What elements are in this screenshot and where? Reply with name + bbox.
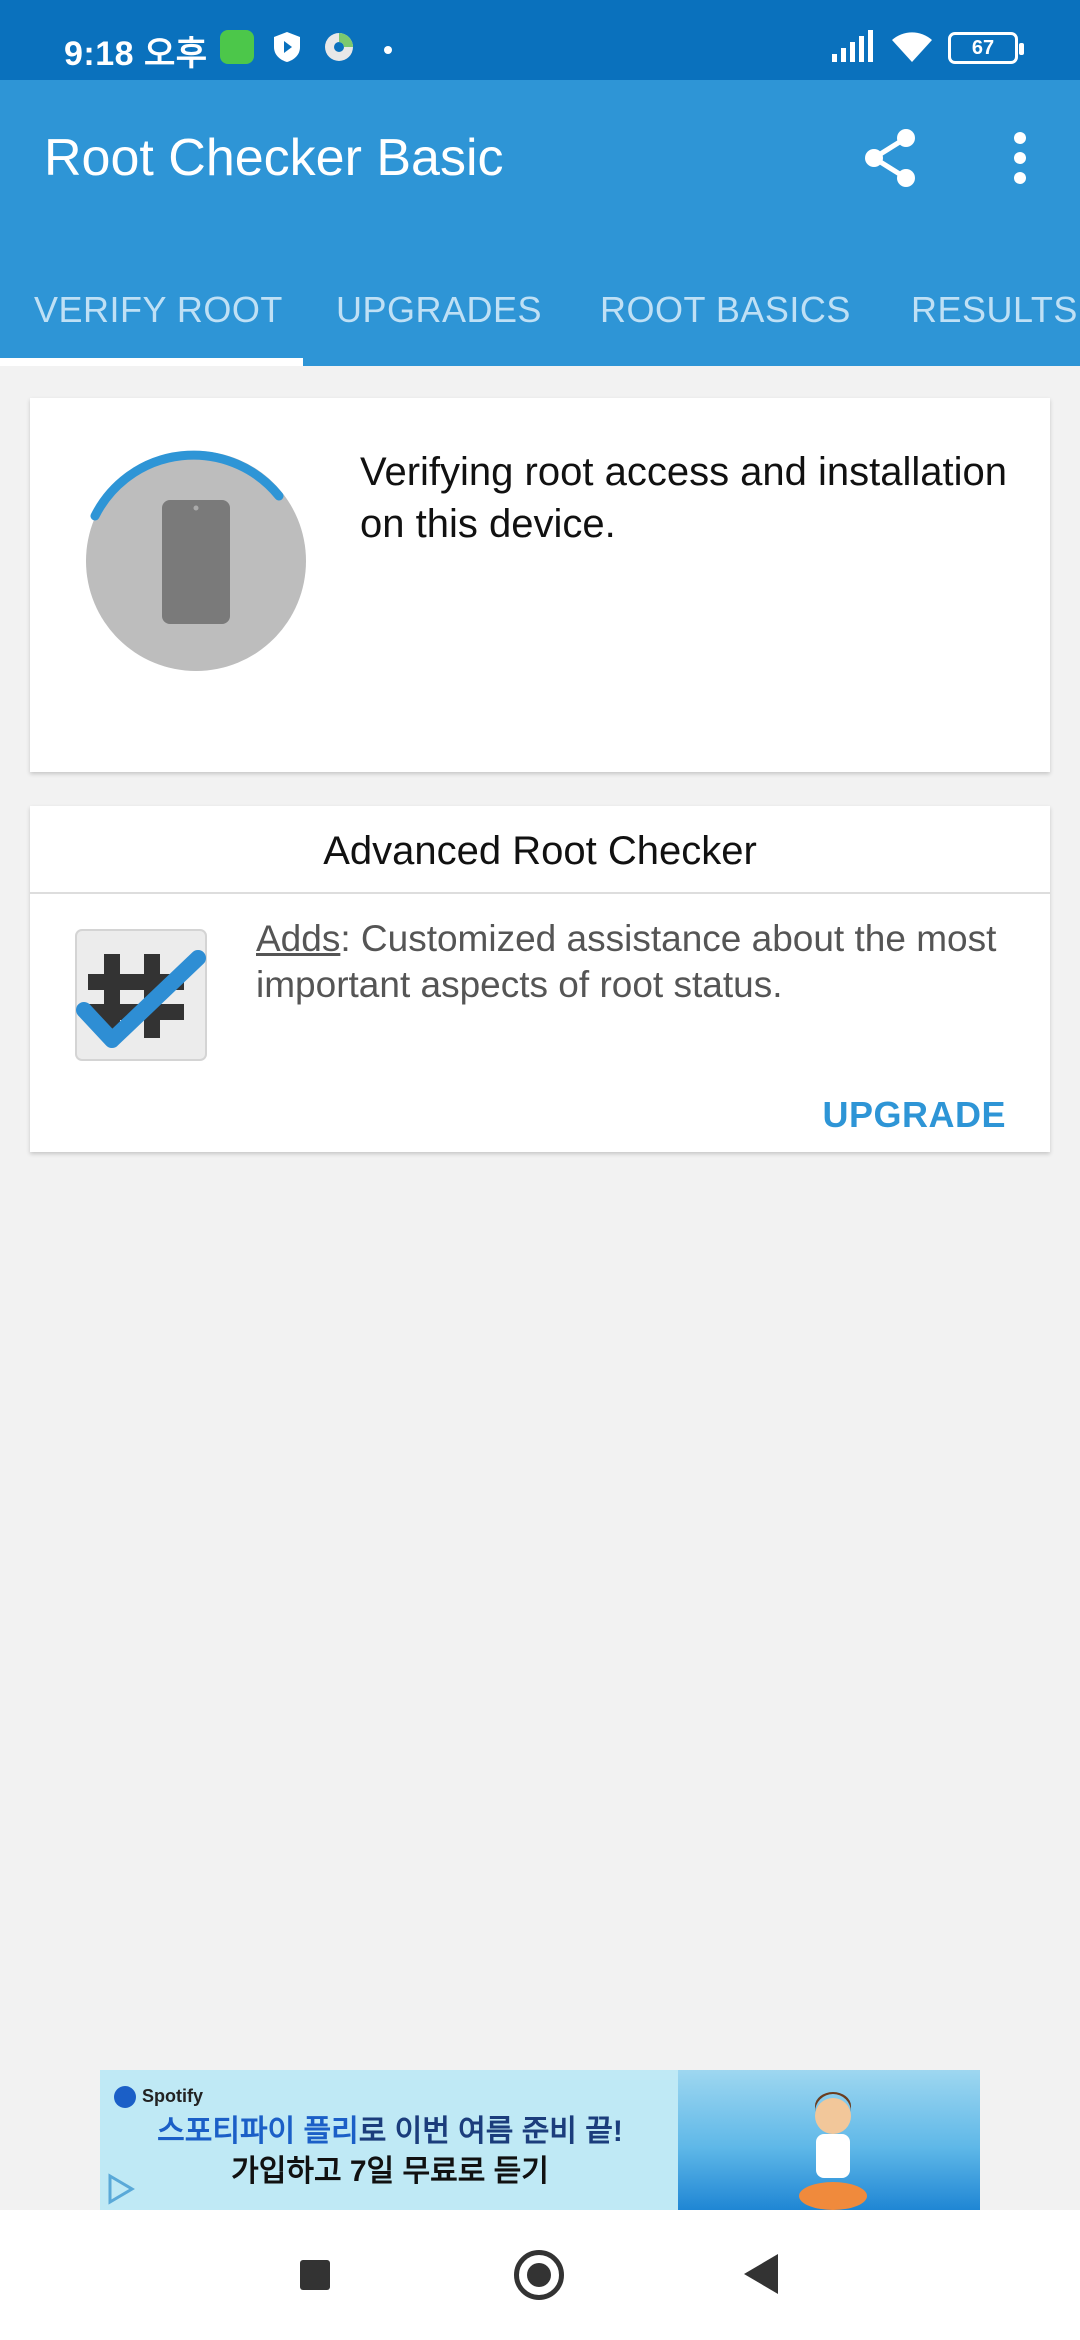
- home-button[interactable]: [514, 2250, 564, 2300]
- app-notification-icon: [220, 30, 254, 64]
- ad-image: [678, 2070, 980, 2210]
- ad-character-image: [799, 2092, 867, 2210]
- recents-button[interactable]: [300, 2260, 330, 2290]
- tab-upgrades[interactable]: UPGRADES: [336, 250, 542, 366]
- status-bar: 9:18 오후 67: [0, 0, 1080, 80]
- navigation-bar: [0, 2210, 1080, 2340]
- advanced-card-title: Advanced Root Checker: [30, 806, 1050, 894]
- advanced-root-checker-card[interactable]: Advanced Root Checker Adds: Customized a…: [30, 806, 1050, 1152]
- disc-icon: [325, 33, 353, 61]
- adds-description: : Customized assistance about the most i…: [256, 918, 997, 1005]
- tab-verify-root[interactable]: VERIFY ROOT: [34, 250, 283, 366]
- signal-icon: [832, 30, 873, 62]
- ad-banner[interactable]: Spotify 스포티파이 플리로 이번 여름 준비 끝! 가입하고 7일 무료…: [100, 2070, 980, 2210]
- more-vert-icon[interactable]: [1000, 122, 1040, 194]
- app-title: Root Checker Basic: [44, 129, 504, 187]
- tab-results[interactable]: RESULTS: [911, 250, 1078, 366]
- ad-headline-rest: 로 이번 여름 준비 끝!: [358, 2115, 623, 2148]
- ad-choices-icon[interactable]: [104, 2172, 138, 2206]
- tab-root-basics[interactable]: ROOT BASICS: [600, 250, 851, 366]
- upgrade-button[interactable]: UPGRADE: [822, 1094, 1006, 1136]
- tab-bar: VERIFY ROOT UPGRADES ROOT BASICS RESULTS: [0, 250, 1080, 366]
- verify-card: Verifying root access and installation o…: [30, 398, 1050, 772]
- verify-message: Verifying root access and installation o…: [360, 450, 1008, 546]
- ad-headline-highlight: 스포티파이 플리: [157, 2115, 359, 2148]
- share-icon[interactable]: [860, 122, 924, 194]
- status-dot: [384, 46, 392, 54]
- status-time: 9:18 오후: [64, 35, 208, 73]
- app-bar: Root Checker Basic VERIFY ROOT UPGRADES …: [0, 80, 1080, 366]
- ad-subheadline: 가입하고 7일 무료로 듣기: [231, 2155, 549, 2188]
- battery-icon: 67: [948, 32, 1024, 64]
- phone-icon: [86, 450, 306, 671]
- adds-label: Adds: [256, 918, 341, 959]
- shield-icon: [274, 32, 300, 62]
- wifi-icon: [892, 32, 932, 62]
- tab-indicator: [0, 358, 303, 366]
- back-button[interactable]: [744, 2254, 778, 2294]
- ad-headline: 스포티파이 플리로 이번 여름 준비 끝!: [100, 2106, 680, 2150]
- advanced-card-description: Adds: Customized assistance about the mo…: [256, 916, 1016, 1008]
- spotify-logo: Spotify: [114, 2086, 203, 2108]
- hash-check-icon: [75, 929, 207, 1061]
